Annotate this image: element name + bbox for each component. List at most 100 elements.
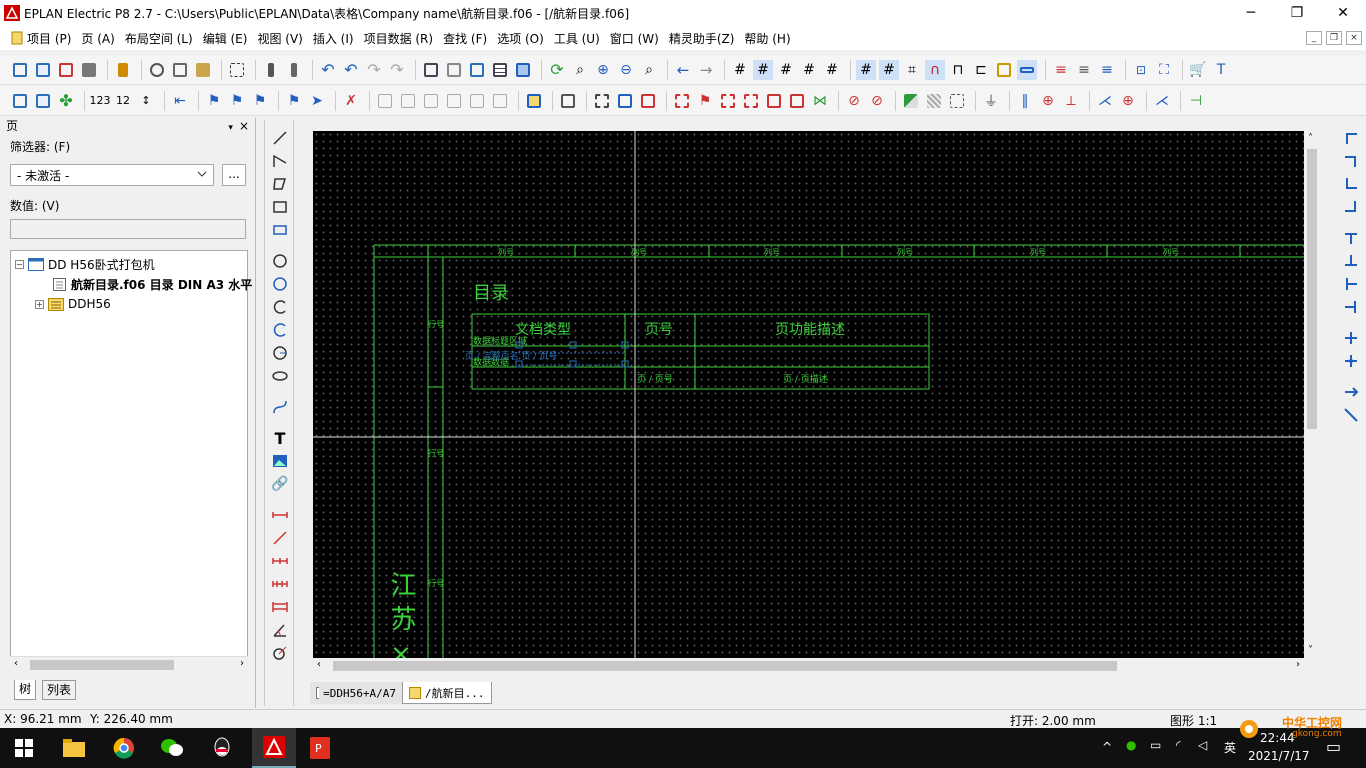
format-painter-icon[interactable] (284, 60, 304, 80)
menu-project-data[interactable]: 项目数据 (R) (359, 30, 439, 47)
mdi-restore-button[interactable]: ❐ (1326, 31, 1342, 45)
bus-h-icon[interactable]: ⊣ (1186, 91, 1206, 111)
copy-icon[interactable] (170, 60, 190, 80)
bus-a-icon[interactable]: ⏚ (981, 91, 1001, 111)
menu-edit[interactable]: 编辑 (E) (198, 30, 253, 47)
cable-e-icon[interactable] (764, 91, 784, 111)
image-icon[interactable] (270, 451, 290, 471)
structure-a-icon[interactable] (901, 91, 921, 111)
close-project-icon[interactable] (56, 60, 76, 80)
corner-bottom-right-icon[interactable] (1341, 197, 1361, 217)
device-b-icon[interactable] (558, 91, 578, 111)
mdi-close-button[interactable]: × (1346, 31, 1362, 45)
cross-icon[interactable] (1341, 328, 1361, 348)
hatch-b-icon[interactable]: ≡ (1074, 60, 1094, 80)
text-insert-icon[interactable]: T (1211, 60, 1231, 80)
open-project-icon[interactable] (33, 60, 53, 80)
panel-close-button[interactable]: × (239, 119, 249, 133)
dimension-baseline-icon[interactable] (270, 597, 290, 617)
menu-layout-space[interactable]: 布局空间 (L) (120, 30, 198, 47)
circle-icon[interactable] (270, 251, 290, 271)
tray-date[interactable]: 2021/7/17 (1248, 749, 1310, 763)
cable-b-icon[interactable]: ⚑ (695, 91, 715, 111)
close-button[interactable]: ✕ (1320, 0, 1366, 26)
zoom-all-icon[interactable]: ⌕ (639, 60, 659, 80)
grid-e-icon[interactable]: # (822, 60, 842, 80)
plc-a-icon[interactable] (592, 91, 612, 111)
jumper-icon[interactable] (1341, 382, 1361, 402)
text-icon[interactable]: T (270, 428, 290, 448)
dimension-radius-icon[interactable] (270, 643, 290, 663)
dimension-chain-icon[interactable] (270, 551, 290, 571)
flag-b-icon[interactable]: ⚑ (227, 91, 247, 111)
corner-bottom-left-icon[interactable] (1341, 174, 1361, 194)
number-sort-a-icon[interactable]: 123 (90, 91, 111, 111)
dimension-angle-icon[interactable] (270, 620, 290, 640)
redo-list-icon[interactable]: ↷ (387, 60, 407, 80)
bus-g-icon[interactable]: ⋌ (1152, 91, 1172, 111)
cable-c-icon[interactable] (718, 91, 738, 111)
select-area-icon[interactable] (227, 60, 247, 80)
zoom-window-icon[interactable]: ⌕ (570, 60, 590, 80)
corner-top-right-icon[interactable] (1341, 151, 1361, 171)
scroll-thumb[interactable] (1307, 149, 1317, 429)
canvas-horizontal-scrollbar[interactable]: ‹ › (313, 658, 1304, 674)
scroll-up-icon[interactable]: ˄ (1308, 133, 1313, 144)
flag-a-icon[interactable]: ⚑ (204, 91, 224, 111)
cross-dot-icon[interactable] (1341, 351, 1361, 371)
doc-c-icon[interactable] (421, 91, 441, 111)
point-icon[interactable]: ⊡ (1131, 60, 1151, 80)
tee-right-icon[interactable] (1341, 274, 1361, 294)
snap-to-grid-icon[interactable]: # (879, 59, 899, 80)
device-a-icon[interactable] (524, 91, 544, 111)
menu-insert[interactable]: 插入 (I) (308, 30, 359, 47)
delete-flag-icon[interactable]: ✗ (341, 91, 361, 111)
tree-horizontal-scrollbar[interactable]: ‹ › (10, 656, 248, 672)
rectangle-icon[interactable] (270, 197, 290, 217)
scroll-left-icon[interactable]: ‹ (317, 659, 321, 670)
maximize-button[interactable]: ❐ (1274, 0, 1320, 26)
tee-down-icon[interactable] (1341, 228, 1361, 248)
check-list-icon[interactable] (467, 60, 487, 80)
plc-c-icon[interactable] (638, 91, 658, 111)
plugin-icon[interactable]: ✤ (56, 91, 76, 111)
scroll-thumb[interactable] (30, 660, 174, 670)
minimize-button[interactable]: ─ (1228, 0, 1274, 26)
tray-expand-icon[interactable]: ^ (1102, 740, 1112, 754)
ellipse-icon[interactable] (270, 366, 290, 386)
drawing-canvas[interactable]: 列号 列号 列号 列号 列号 列号 行号 行号 行号 目录 文档类型 页号 页功… (313, 131, 1304, 658)
cable-g-icon[interactable]: ⋈ (810, 91, 830, 111)
pot-b-icon[interactable]: ⊘ (867, 91, 887, 111)
structure-c-icon[interactable] (947, 91, 967, 111)
qq-icon[interactable] (208, 734, 236, 762)
orthogonal-icon[interactable]: ⌗ (902, 60, 922, 80)
pdf-reader-icon[interactable]: P (306, 734, 334, 762)
cable-a-icon[interactable] (672, 91, 692, 111)
hyperlink-icon[interactable]: 🔗 (270, 474, 290, 494)
eplan-taskbar-icon[interactable] (252, 728, 296, 768)
tee-left-icon[interactable] (1341, 297, 1361, 317)
menu-options[interactable]: 选项 (O) (492, 30, 549, 47)
diagonal-icon[interactable] (1341, 405, 1361, 425)
page-navigator-icon[interactable] (421, 60, 441, 80)
object-snap-icon[interactable]: ⊓ (948, 60, 968, 80)
menu-tools[interactable]: 工具 (U) (549, 30, 605, 47)
magnet-snap-icon[interactable]: ∩ (925, 59, 945, 80)
scroll-right-icon[interactable]: › (240, 658, 244, 669)
tray-ime-indicator[interactable]: 英 (1224, 739, 1236, 756)
grid-a-icon[interactable]: # (730, 60, 750, 80)
bus-d-icon[interactable]: ⟂ (1061, 91, 1081, 111)
value-field[interactable] (10, 219, 246, 239)
graphical-preview-icon[interactable] (444, 60, 464, 80)
doc-e-icon[interactable] (467, 91, 487, 111)
print-icon[interactable] (79, 60, 99, 80)
tray-wechat-icon[interactable]: ● (1126, 738, 1136, 752)
back-icon[interactable]: ← (673, 60, 693, 80)
page-new-icon[interactable] (10, 91, 30, 111)
number-sort-c-icon[interactable]: ↕ (136, 91, 156, 111)
settings-wrench-icon[interactable] (113, 60, 133, 80)
tab-tree[interactable]: 树 (14, 680, 37, 700)
grid-d-icon[interactable]: # (799, 60, 819, 80)
grid-c-icon[interactable]: # (776, 60, 796, 80)
undo-list-icon[interactable]: ↶ (341, 60, 361, 80)
